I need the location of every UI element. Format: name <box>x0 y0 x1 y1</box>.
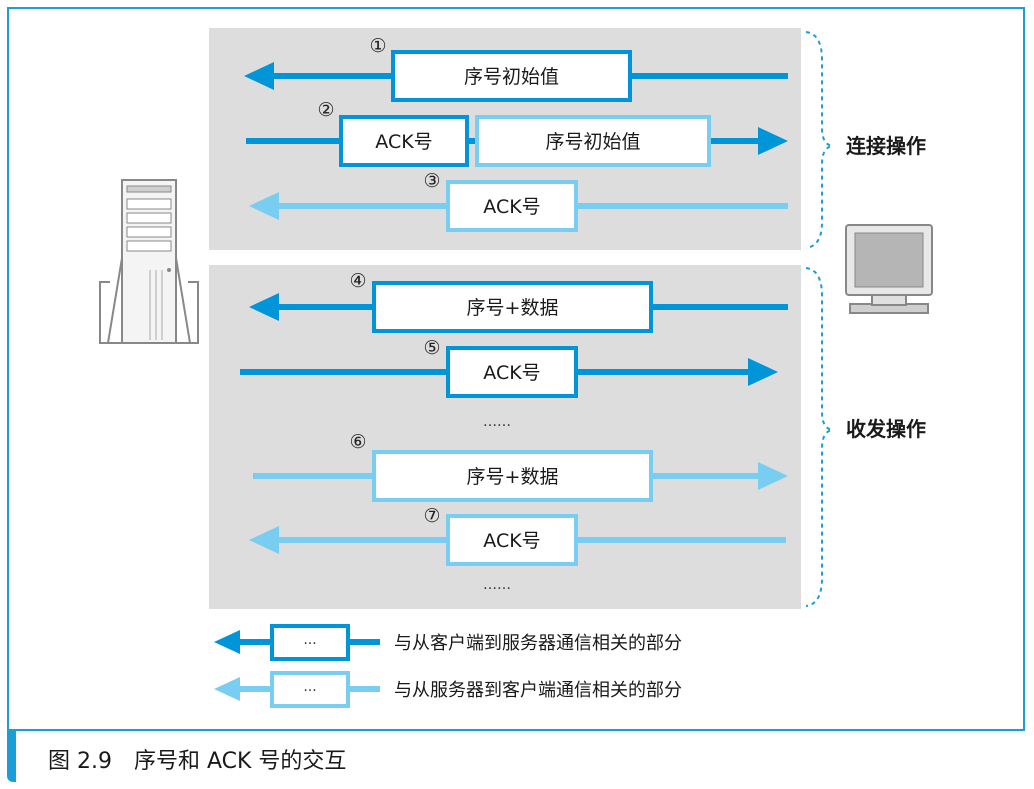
connect-label: 连接操作 <box>846 134 926 158</box>
legend-box-text-dark: ··· <box>303 636 316 652</box>
legend: ··· 与从客户端到服务器通信相关的部分 ··· 与从服务器到客户端通信相关的部… <box>214 624 682 708</box>
message-number: ⑦ <box>423 505 440 527</box>
message-box-label: ACK号 <box>375 131 432 153</box>
legend-item-dark: ··· 与从客户端到服务器通信相关的部分 <box>214 624 682 661</box>
caption-tab <box>7 731 16 782</box>
legend-item-light: ··· 与从服务器到客户端通信相关的部分 <box>214 671 682 708</box>
client-monitor-icon <box>845 224 933 314</box>
message-number: ⑤ <box>423 337 440 359</box>
legend-box-text-light: ··· <box>303 683 316 699</box>
message-box-label: 序号初始值 <box>545 131 640 153</box>
message-box-label: 序号+数据 <box>467 466 559 488</box>
message-box-label: 序号初始值 <box>464 66 559 88</box>
message-number: ② <box>317 99 334 121</box>
transfer-label: 收发操作 <box>846 417 926 441</box>
message-number: ④ <box>349 270 366 292</box>
transfer-brace <box>805 267 833 607</box>
legend-label-dark: 与从客户端到服务器通信相关的部分 <box>394 633 682 654</box>
message-number: ① <box>369 35 386 57</box>
legend-label-light: 与从服务器到客户端通信相关的部分 <box>394 680 682 701</box>
sequence-diagram: 连接操作 收发操作 序号初始值 ① ACK号 序号初始值 ② ACK号 ③ 序号+数据 ④ ACK… <box>99 28 933 708</box>
message-box-label: 序号+数据 <box>467 297 559 319</box>
message-number: ③ <box>423 170 440 192</box>
message-number: ⑥ <box>349 431 366 453</box>
ellipsis-1: …… <box>483 414 511 430</box>
figure-caption: 图 2.9 序号和 ACK 号的交互 <box>48 743 368 775</box>
ellipsis-2: …… <box>483 577 511 593</box>
message-box-label: ACK号 <box>483 196 540 218</box>
message-box-label: ACK号 <box>483 530 540 552</box>
connect-brace <box>805 31 833 249</box>
caption-title: 序号和 ACK 号的交互 <box>133 749 347 774</box>
message-box-label: ACK号 <box>483 362 540 384</box>
server-tower-icon <box>99 179 199 344</box>
caption-number: 图 2.9 <box>48 749 112 774</box>
